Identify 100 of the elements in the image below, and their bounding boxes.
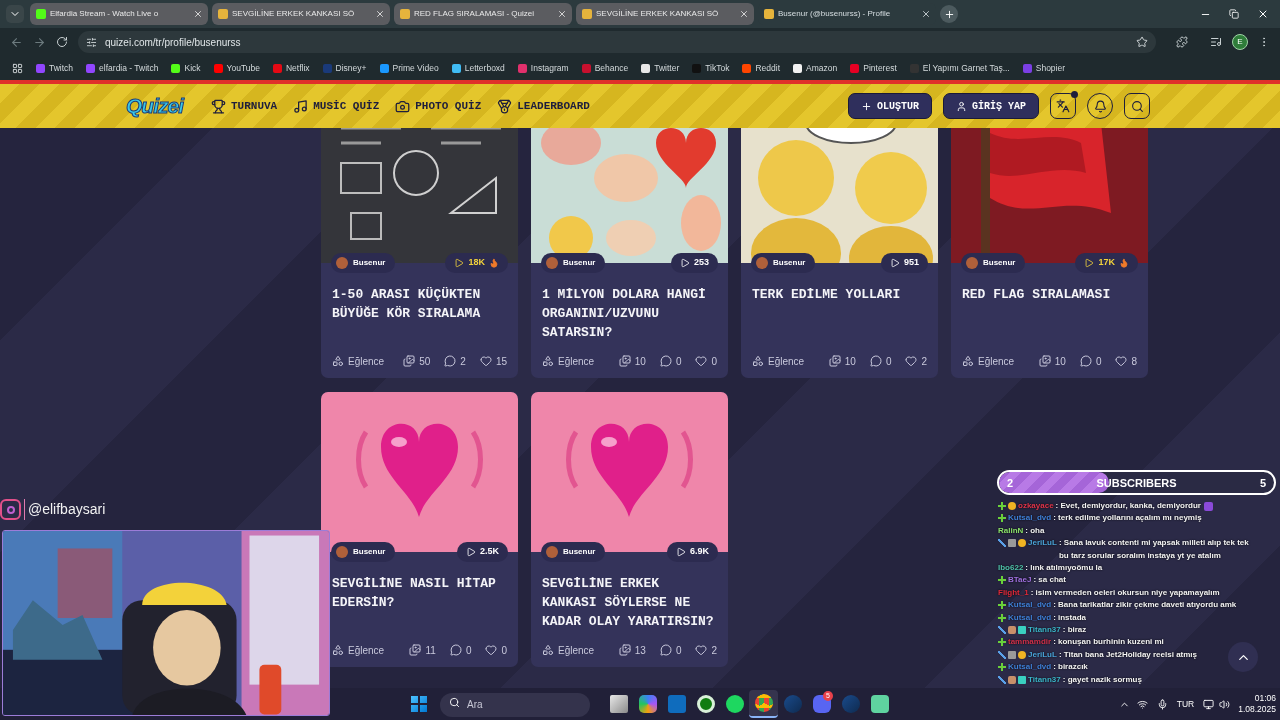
bookmark-link[interactable]: YouTube bbox=[226, 61, 260, 75]
bookmark-link[interactable]: TikTok bbox=[705, 61, 730, 75]
chrome-icon[interactable] bbox=[754, 694, 773, 712]
nav-link[interactable]: MUSİC QUİZ bbox=[293, 97, 380, 115]
question-count: 13 bbox=[634, 643, 646, 658]
quiz-card[interactable]: Busenur 18K 1-50 ARASI KÜÇÜKTEN BÜYÜĞE KÖR SIRALAMA Eğlence 50 2 15 bbox=[321, 128, 518, 378]
chat-text: : oha bbox=[1025, 524, 1045, 537]
question-count: 11 bbox=[425, 643, 436, 658]
bookmark-link[interactable]: Twitch bbox=[49, 61, 74, 75]
microphone-icon[interactable] bbox=[1156, 698, 1168, 710]
language-indicator[interactable]: TUR bbox=[1176, 697, 1195, 711]
flame-icon bbox=[489, 258, 499, 268]
chat-username: Kutsal_dvd bbox=[1008, 599, 1052, 612]
plus-icon bbox=[998, 502, 1006, 510]
images-icon bbox=[409, 644, 422, 656]
bookmark-link[interactable]: Behance bbox=[594, 61, 629, 75]
browser-tab[interactable]: SEVGİLİNE ERKEK KANKASI SÖ bbox=[576, 3, 754, 25]
nav-link[interactable]: PHOTO QUİZ bbox=[395, 97, 482, 115]
login-button[interactable]: GİRİŞ YAP bbox=[943, 93, 1039, 119]
trophy-icon bbox=[211, 98, 226, 114]
close-icon[interactable] bbox=[921, 9, 931, 19]
profile-avatar[interactable]: E bbox=[1232, 34, 1248, 50]
address-field[interactable]: quizei.com/tr/profile/busenurss bbox=[78, 31, 1156, 53]
spotify-icon[interactable] bbox=[725, 695, 744, 713]
comment-icon bbox=[869, 355, 882, 367]
bookmark-link[interactable]: elfardia - Twitch bbox=[99, 61, 159, 75]
author-chip[interactable]: Busenur bbox=[541, 542, 606, 562]
scroll-top-button[interactable] bbox=[1228, 642, 1258, 672]
browser-tab[interactable]: RED FLAG SIRALAMASI - Quizei bbox=[394, 3, 572, 25]
nav-link[interactable]: LEADERBOARD bbox=[497, 97, 590, 115]
translate-button[interactable] bbox=[1050, 93, 1076, 119]
chat-text: : konuşan burhinin kuzeni mi bbox=[1053, 636, 1164, 649]
plus-icon bbox=[860, 100, 872, 112]
bookmark-link[interactable]: Reddit bbox=[755, 61, 781, 75]
bookmark-link[interactable]: Instagram bbox=[530, 61, 569, 75]
chat-text: : isim vermeden oeleri okursun niye yapamayalım bbox=[1030, 586, 1220, 599]
taskbar-search-field[interactable]: Ara bbox=[440, 692, 590, 717]
clock[interactable]: 01:06 1.08.2025 bbox=[1238, 693, 1276, 715]
chat-username: Titann37 bbox=[1028, 624, 1061, 637]
comment-count: 0 bbox=[885, 354, 892, 369]
user-icon bbox=[956, 100, 967, 112]
browser-tab[interactable]: SEVGİLİNE ERKEK KANKASI SÖ bbox=[212, 3, 390, 25]
bookmark-link[interactable]: Disney+ bbox=[335, 61, 367, 75]
xbox-icon[interactable] bbox=[696, 695, 715, 713]
chat-username: JeriLuL bbox=[1028, 648, 1057, 661]
quiz-card[interactable]: Busenur 951 TERK EDİLME YOLLARI Eğlence 10 0 2 bbox=[741, 128, 938, 378]
bookmark-star-icon[interactable] bbox=[1136, 36, 1148, 48]
category-icon bbox=[962, 355, 974, 367]
heart-icon bbox=[485, 644, 498, 656]
network-icon[interactable] bbox=[1136, 698, 1148, 710]
quiz-card[interactable]: Busenur 17K RED FLAG SIRALAMASI Eğlence 10 0 8 bbox=[951, 128, 1148, 378]
quiz-card[interactable]: Busenur 6.9K SEVGİLİNE ERKEK KANKASI SÖYLERSE NE KADAR OLAY YARATIRSIN? Eğlence 13 0 2 bbox=[531, 392, 728, 667]
quiz-title: RED FLAG SIRALAMASI bbox=[962, 286, 1112, 304]
restore-icon[interactable] bbox=[1229, 9, 1239, 19]
tab-title: Busenur (@busenurss) - Profile bbox=[778, 8, 892, 20]
close-icon[interactable] bbox=[1257, 8, 1269, 20]
bookmark-link[interactable]: El Yapımı Garnet Taş... bbox=[922, 61, 1010, 75]
author-chip[interactable]: Busenur bbox=[961, 253, 1026, 273]
browser-tab[interactable]: Elfardia Stream - Watch Live o bbox=[30, 3, 208, 25]
bookmark-link[interactable]: Shopier bbox=[1035, 61, 1066, 75]
media-controls-icon[interactable] bbox=[1210, 36, 1222, 48]
like-count: 15 bbox=[495, 354, 507, 369]
tab-title: SEVGİLİNE ERKEK KANKASI SÖ bbox=[596, 8, 720, 20]
nav-link[interactable]: TURNUVA bbox=[211, 97, 278, 115]
quiz-card[interactable]: Busenur 253 1 MİLYON DOLARA HANGİ ORGANINI/UZVUNU SATARSIN? Eğlence 10 0 0 bbox=[531, 128, 728, 378]
plus-icon bbox=[998, 576, 1006, 585]
display-icon[interactable] bbox=[1203, 698, 1215, 710]
forward-icon[interactable] bbox=[33, 35, 46, 49]
tab-list-button[interactable] bbox=[6, 5, 24, 23]
bookmark-link[interactable]: Netflix bbox=[285, 61, 310, 75]
create-button[interactable]: OLUŞTUR bbox=[847, 93, 932, 119]
apps-icon[interactable] bbox=[12, 62, 23, 74]
category-icon bbox=[542, 355, 554, 367]
category-icon bbox=[332, 644, 344, 656]
bookmark-link[interactable]: Letterboxd bbox=[464, 61, 505, 75]
author-chip[interactable]: Busenur bbox=[541, 253, 606, 273]
plus-icon bbox=[998, 663, 1006, 672]
chat-text: : sa chat bbox=[1033, 574, 1066, 587]
new-tab-button[interactable] bbox=[940, 5, 958, 23]
avatar-icon bbox=[546, 546, 558, 558]
tab-title: Elfardia Stream - Watch Live o bbox=[50, 8, 160, 20]
goal-current: 2 bbox=[1007, 476, 1014, 491]
bookmark-link[interactable]: Pinterest bbox=[863, 61, 897, 75]
back-icon[interactable] bbox=[10, 35, 23, 49]
bookmark-link[interactable]: Prime Video bbox=[392, 61, 439, 75]
speaker-icon[interactable] bbox=[1219, 698, 1231, 710]
chat-text: : gayet nazik sormuş bbox=[1062, 673, 1142, 686]
clock-time: 01:06 bbox=[1254, 693, 1276, 704]
reload-icon[interactable] bbox=[56, 36, 68, 48]
windows-start-icon[interactable] bbox=[411, 696, 427, 712]
bookmark-link[interactable]: Kick bbox=[184, 61, 201, 75]
extensions-icon[interactable] bbox=[1176, 36, 1188, 48]
author-chip[interactable]: Busenur bbox=[751, 253, 816, 273]
images-icon bbox=[828, 355, 841, 367]
bookmark-link[interactable]: Twitter bbox=[654, 61, 680, 75]
quiz-title: 1-50 ARASI KÜÇÜKTEN BÜYÜĞE KÖR SIRALAMA bbox=[332, 286, 482, 323]
play-icon bbox=[679, 258, 690, 268]
author-chip[interactable]: Busenur bbox=[331, 253, 396, 273]
search-button[interactable] bbox=[1124, 93, 1150, 119]
bookmark-link[interactable]: Amazon bbox=[806, 61, 838, 75]
